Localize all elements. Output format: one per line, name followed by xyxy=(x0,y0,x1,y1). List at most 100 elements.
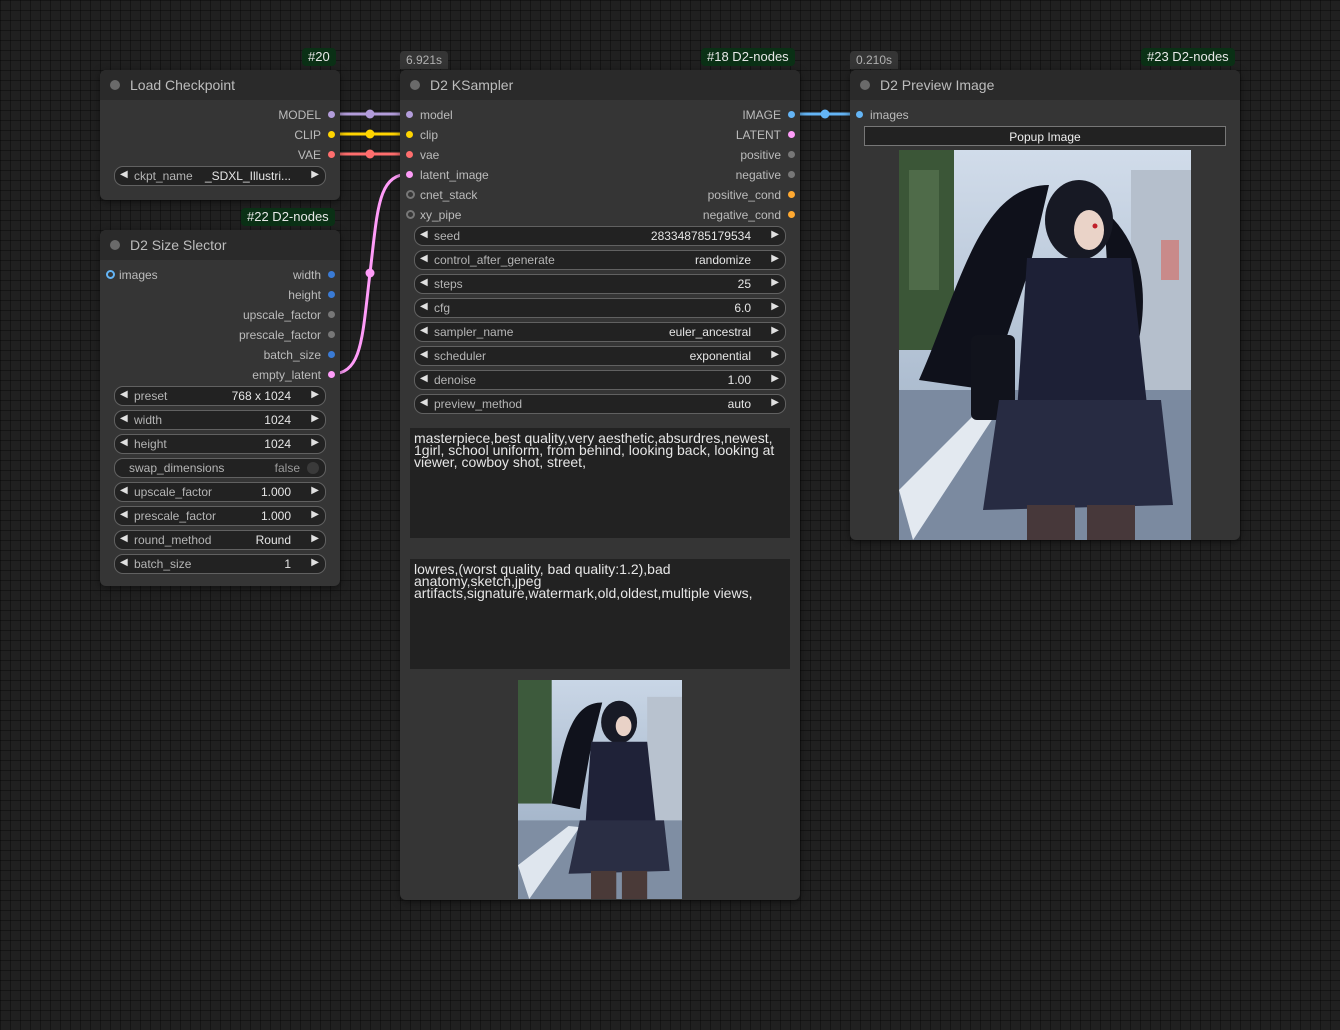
input-slot-cnet-stack[interactable] xyxy=(406,190,415,199)
increment-arrow-icon[interactable]: ▶ xyxy=(311,437,319,448)
output-slot-empty-latent[interactable] xyxy=(328,371,335,378)
seed-number[interactable]: ◀ seed 283348785179534 ▶ xyxy=(414,226,786,246)
batch-size-number[interactable]: ◀ batch_size 1 ▶ xyxy=(114,554,326,574)
output-slot-prescale-factor[interactable] xyxy=(328,331,335,338)
output-label-positive-cond: positive_cond xyxy=(707,188,781,202)
height-number[interactable]: ◀ height 1024 ▶ xyxy=(114,434,326,454)
width-number[interactable]: ◀ width 1024 ▶ xyxy=(114,410,326,430)
input-slot-images[interactable] xyxy=(856,111,863,118)
ksampler-node[interactable]: D2 KSampler model clip vae latent_image … xyxy=(400,70,800,900)
collapse-dot-icon[interactable] xyxy=(410,80,420,90)
output-slot-upscale-factor[interactable] xyxy=(328,311,335,318)
output-preview-image[interactable] xyxy=(899,150,1191,540)
decrement-arrow-icon[interactable]: ◀ xyxy=(120,485,128,496)
decrement-arrow-icon[interactable]: ◀ xyxy=(120,437,128,448)
increment-arrow-icon[interactable]: ▶ xyxy=(311,389,319,400)
node-header[interactable]: D2 KSampler xyxy=(400,70,800,100)
increment-arrow-icon[interactable]: ▶ xyxy=(311,509,319,520)
upscale-factor-number[interactable]: ◀ upscale_factor 1.000 ▶ xyxy=(114,482,326,502)
steps-number[interactable]: ◀ steps 25 ▶ xyxy=(414,274,786,294)
node-header[interactable]: D2 Size Slector xyxy=(100,230,340,260)
increment-arrow-icon[interactable]: ▶ xyxy=(311,533,319,544)
output-slot-image[interactable] xyxy=(788,111,795,118)
widget-label: preview_method xyxy=(434,397,523,411)
output-slot-width[interactable] xyxy=(328,271,335,278)
control-after-generate-combo[interactable]: ◀ control_after_generate randomize ▶ xyxy=(414,250,786,270)
round-method-combo[interactable]: ◀ round_method Round ▶ xyxy=(114,530,326,550)
output-label-positive: positive xyxy=(740,148,781,162)
output-slot-positive-cond[interactable] xyxy=(788,191,795,198)
decrement-arrow-icon[interactable]: ◀ xyxy=(420,277,428,288)
output-slot-negative[interactable] xyxy=(788,171,795,178)
increment-arrow-icon[interactable]: ▶ xyxy=(771,277,779,288)
preset-combo[interactable]: ◀ preset 768 x 1024 ▶ xyxy=(114,386,326,406)
collapse-dot-icon[interactable] xyxy=(110,240,120,250)
increment-arrow-icon[interactable]: ▶ xyxy=(311,557,319,568)
output-slot-vae[interactable] xyxy=(328,151,335,158)
input-slot-model[interactable] xyxy=(406,111,413,118)
increment-arrow-icon[interactable]: ▶ xyxy=(771,397,779,408)
decrement-arrow-icon[interactable]: ◀ xyxy=(420,397,428,408)
preview-method-combo[interactable]: ◀ preview_method auto ▶ xyxy=(414,394,786,414)
decrement-arrow-icon[interactable]: ◀ xyxy=(120,557,128,568)
increment-arrow-icon[interactable]: ▶ xyxy=(311,485,319,496)
output-slot-batch-size[interactable] xyxy=(328,351,335,358)
widget-label: width xyxy=(134,413,163,427)
decrement-arrow-icon[interactable]: ◀ xyxy=(120,533,128,544)
widget-value: 25 xyxy=(737,277,751,291)
increment-arrow-icon[interactable]: ▶ xyxy=(771,325,779,336)
increment-arrow-icon[interactable]: ▶ xyxy=(771,301,779,312)
prescale-factor-number[interactable]: ◀ prescale_factor 1.000 ▶ xyxy=(114,506,326,526)
ckpt-name-combo[interactable]: ◀ ckpt_name _SDXL_Illustri... ▶ xyxy=(114,166,326,186)
sampler-name-combo[interactable]: ◀ sampler_name euler_ancestral ▶ xyxy=(414,322,786,342)
output-slot-negative-cond[interactable] xyxy=(788,211,795,218)
negative-prompt-textarea[interactable]: lowres,(worst quality, bad quality:1.2),… xyxy=(410,559,790,669)
increment-arrow-icon[interactable]: ▶ xyxy=(771,253,779,264)
decrement-arrow-icon[interactable]: ◀ xyxy=(420,373,428,384)
output-slot-positive[interactable] xyxy=(788,151,795,158)
decrement-arrow-icon[interactable]: ◀ xyxy=(120,389,128,400)
output-slot-clip[interactable] xyxy=(328,131,335,138)
increment-arrow-icon[interactable]: ▶ xyxy=(771,349,779,360)
input-slot-xy-pipe[interactable] xyxy=(406,210,415,219)
widget-label: sampler_name xyxy=(434,325,514,339)
output-slot-latent[interactable] xyxy=(788,131,795,138)
increment-arrow-icon[interactable]: ▶ xyxy=(771,229,779,240)
popup-image-button[interactable]: Popup Image xyxy=(864,126,1226,146)
widget-value: 1024 xyxy=(264,437,291,451)
increment-arrow-icon[interactable]: ▶ xyxy=(311,413,319,424)
decrement-arrow-icon[interactable]: ◀ xyxy=(120,509,128,520)
decrement-arrow-icon[interactable]: ◀ xyxy=(420,325,428,336)
widget-value: 1.00 xyxy=(727,373,751,387)
increment-arrow-icon[interactable]: ▶ xyxy=(311,169,319,180)
input-slot-clip[interactable] xyxy=(406,131,413,138)
size-selector-node[interactable]: D2 Size Slector images width height upsc… xyxy=(100,230,340,586)
node-header[interactable]: Load Checkpoint xyxy=(100,70,340,100)
input-slot-latent-image[interactable] xyxy=(406,171,413,178)
scheduler-combo[interactable]: ◀ scheduler exponential ▶ xyxy=(414,346,786,366)
output-slot-height[interactable] xyxy=(328,291,335,298)
decrement-arrow-icon[interactable]: ◀ xyxy=(120,413,128,424)
decrement-arrow-icon[interactable]: ◀ xyxy=(420,253,428,264)
increment-arrow-icon[interactable]: ▶ xyxy=(771,373,779,384)
decrement-arrow-icon[interactable]: ◀ xyxy=(420,349,428,360)
load-checkpoint-node[interactable]: Load Checkpoint MODEL CLIP VAE ◀ ckpt_na… xyxy=(100,70,340,200)
positive-prompt-textarea[interactable]: masterpiece,best quality,very aesthetic,… xyxy=(410,428,790,538)
collapse-dot-icon[interactable] xyxy=(860,80,870,90)
cfg-number[interactable]: ◀ cfg 6.0 ▶ xyxy=(414,298,786,318)
input-slot-images[interactable] xyxy=(106,270,115,279)
decrement-arrow-icon[interactable]: ◀ xyxy=(420,301,428,312)
node-header[interactable]: D2 Preview Image xyxy=(850,70,1240,100)
widget-label: ckpt_name xyxy=(134,169,193,183)
swap-dimensions-toggle[interactable]: swap_dimensions false xyxy=(114,458,326,478)
output-label-negative-cond: negative_cond xyxy=(702,208,781,222)
decrement-arrow-icon[interactable]: ◀ xyxy=(420,229,428,240)
output-slot-model[interactable] xyxy=(328,111,335,118)
denoise-number[interactable]: ◀ denoise 1.00 ▶ xyxy=(414,370,786,390)
preview-image-node[interactable]: D2 Preview Image images Popup Image xyxy=(850,70,1240,540)
toggle-knob[interactable] xyxy=(307,462,319,474)
output-label-latent: LATENT xyxy=(735,128,781,142)
input-slot-vae[interactable] xyxy=(406,151,413,158)
collapse-dot-icon[interactable] xyxy=(110,80,120,90)
decrement-arrow-icon[interactable]: ◀ xyxy=(120,169,128,180)
